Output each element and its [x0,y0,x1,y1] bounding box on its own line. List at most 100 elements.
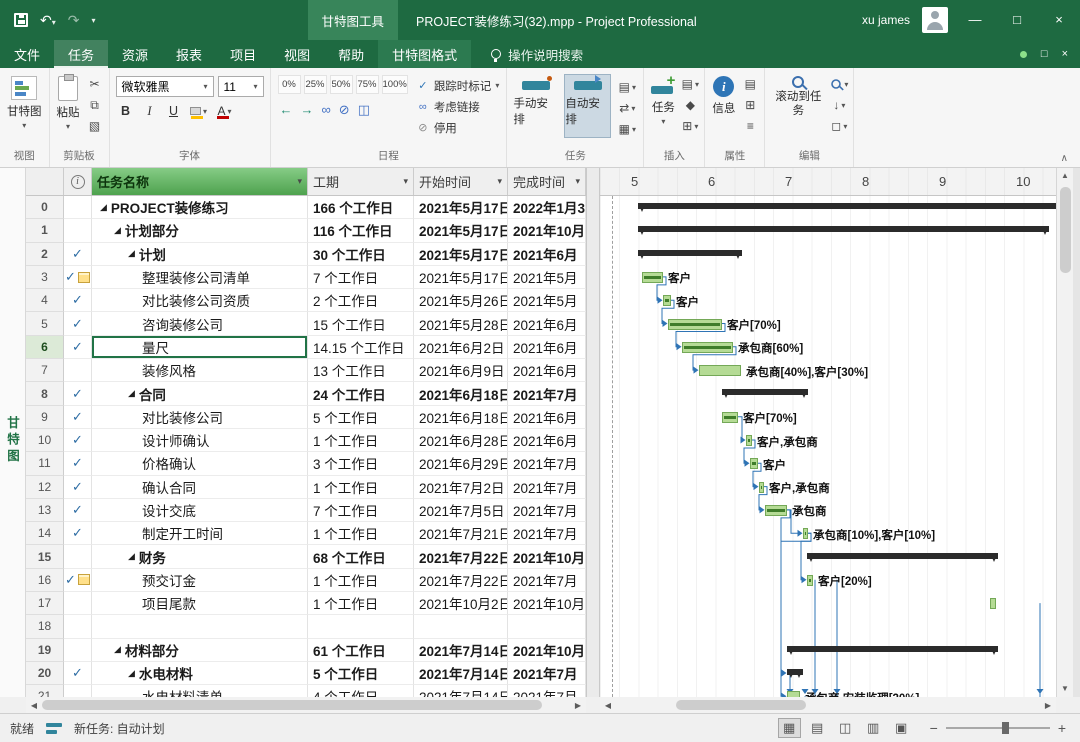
start-cell[interactable]: 2021年10月2日 [414,592,508,616]
filter-arrow-icon[interactable]: ▾ [294,176,302,187]
finish-cell[interactable]: 2021年10月 [508,592,586,616]
row-number[interactable]: 11 [26,452,64,476]
tab-文件[interactable]: 文件 [0,40,54,68]
collapse-ribbon-icon[interactable]: ∧ [1061,153,1068,164]
collapse-triangle-icon[interactable]: ◢ [128,668,135,679]
duration-cell[interactable]: 13 个工作日 [308,359,414,383]
clear-button[interactable]: ◻ ▾ [828,117,850,135]
respect-links-button[interactable]: ∞ 考虑链接 [416,97,500,116]
gantt-bar[interactable] [765,504,787,516]
scroll-left-arrow[interactable]: ◀ [26,701,42,710]
finish-cell[interactable]: 2021年7月 [508,685,586,697]
start-cell[interactable]: 2021年5月17日 [414,196,508,220]
italic-button[interactable]: I [140,101,160,121]
filter-arrow-icon[interactable]: ▾ [572,176,580,187]
row-number[interactable]: 6 [26,335,64,360]
start-cell[interactable]: 2021年7月14日 [414,638,508,662]
start-cell[interactable]: 2021年7月21日 [414,522,508,546]
summary-bar[interactable] [787,669,803,678]
duration-cell[interactable]: 7 个工作日 [308,265,414,290]
insert-milestone-button[interactable]: ◆ [679,96,701,114]
restore-button[interactable]: □ [1002,0,1032,40]
row-number[interactable]: 16 [26,568,64,593]
manually-schedule-button[interactable]: 手动安排 [512,74,559,138]
customize-qat-icon[interactable]: ▾ [91,16,95,25]
indicator-cell[interactable]: ✓ [64,452,92,476]
view-gantt-icon[interactable]: ▦ [777,718,801,738]
task-name-cell[interactable]: 水电材料清单 [92,685,308,697]
close-window-icon[interactable]: × [1062,48,1068,60]
auto-schedule-button[interactable]: 自动安排 [564,74,612,138]
task-name-cell[interactable]: 确认合同 [92,475,308,499]
indicator-cell[interactable]: ✓ [64,522,92,546]
duration-cell[interactable]: 2 个工作日 [308,289,414,313]
summary-bar[interactable] [787,645,998,655]
indicator-cell[interactable]: ✓ [64,428,92,453]
task-name-cell[interactable]: 制定开工时间 [92,522,308,546]
column-header-duration[interactable]: 工期 ▾ [308,168,414,195]
scroll-to-task-button[interactable]: 滚动到任务 [768,70,828,121]
indicator-cell[interactable]: ✓ [64,289,92,313]
tab-报表[interactable]: 报表 [162,40,216,68]
finish-cell[interactable]: 2021年6月 [508,335,586,360]
gantt-chart-button[interactable]: 甘特图 ▾ [3,70,46,131]
task-information-button[interactable]: i 信息 [708,70,739,118]
finish-cell[interactable]: 2021年5月 [508,289,586,313]
duration-cell[interactable]: 1 个工作日 [308,428,414,453]
collapse-triangle-icon[interactable]: ◢ [114,644,121,655]
indicator-cell[interactable] [64,592,92,616]
task-name-cell[interactable]: ◢ 计划部分 [92,219,308,243]
task-name-cell[interactable]: 价格确认 [92,452,308,476]
timeline-header[interactable]: 5 6 7 8 9 10 [600,168,1056,196]
underline-button[interactable]: U [164,101,184,121]
task-name-cell[interactable]: 预交订金 [92,568,308,593]
summary-bar[interactable] [638,226,1049,236]
start-cell[interactable]: 2021年6月9日 [414,359,508,383]
row-number[interactable]: 9 [26,405,64,429]
gantt-bar[interactable] [990,598,996,610]
indicator-cell[interactable] [64,638,92,662]
filter-arrow-icon[interactable]: ▾ [400,176,408,187]
finish-cell[interactable]: 2021年10月 [508,638,586,662]
chart-horizontal-scrollbar[interactable]: ◀ ▶ [600,697,1056,713]
user-name[interactable]: xu james [862,13,910,27]
start-cell[interactable]: 2021年7月5日 [414,498,508,523]
row-number[interactable]: 1 [26,219,64,243]
row-number[interactable]: 21 [26,685,64,697]
vertical-scrollbar[interactable]: ▲ ▼ [1056,168,1073,697]
row-number[interactable]: 3 [26,265,64,290]
task-name-cell[interactable]: ◢ 材料部分 [92,638,308,662]
row-number[interactable]: 13 [26,498,64,523]
collapse-triangle-icon[interactable]: ◢ [100,202,107,213]
indicator-cell[interactable]: ✓ [64,242,92,266]
start-cell[interactable]: 2021年6月18日 [414,405,508,429]
task-mode-button[interactable]: ▦ ▾ [616,120,638,138]
insert-task-button[interactable]: 任务 ▾ [647,70,679,127]
duration-cell[interactable]: 61 个工作日 [308,638,414,662]
start-cell[interactable]: 2021年7月14日 [414,661,508,686]
indicator-cell[interactable] [64,685,92,697]
scrollbar-thumb[interactable] [42,700,542,710]
finish-cell[interactable]: 2021年7月 [508,522,586,546]
minimize-button[interactable]: — [960,0,990,40]
view-report-icon[interactable]: ▣ [890,718,913,738]
link-tasks-icon[interactable]: ∞ [322,102,331,118]
indicator-cell[interactable] [64,615,92,639]
indicator-cell[interactable]: ✓ [64,312,92,336]
duration-cell[interactable]: 68 个工作日 [308,545,414,569]
finish-cell[interactable]: 2021年6月 [508,242,586,266]
format-painter-button[interactable]: ▧ [84,117,106,135]
scroll-up-arrow[interactable]: ▲ [1057,168,1073,184]
view-task-usage-icon[interactable]: ▤ [806,718,829,738]
move-task-button[interactable]: ⇄ ▾ [616,99,638,117]
percent-100%-button[interactable]: 100% [381,75,408,94]
collapse-triangle-icon[interactable]: ◢ [114,225,121,236]
percent-25%-button[interactable]: 25% [303,75,327,94]
start-cell[interactable]: 2021年5月17日 [414,242,508,266]
start-cell[interactable]: 2021年7月22日 [414,545,508,569]
start-cell[interactable] [414,615,508,639]
task-name-cell[interactable]: ◢ 计划 [92,242,308,266]
start-cell[interactable]: 2021年6月2日 [414,335,508,360]
indicator-cell[interactable]: ✓ [64,405,92,429]
start-cell[interactable]: 2021年6月18日 [414,382,508,406]
